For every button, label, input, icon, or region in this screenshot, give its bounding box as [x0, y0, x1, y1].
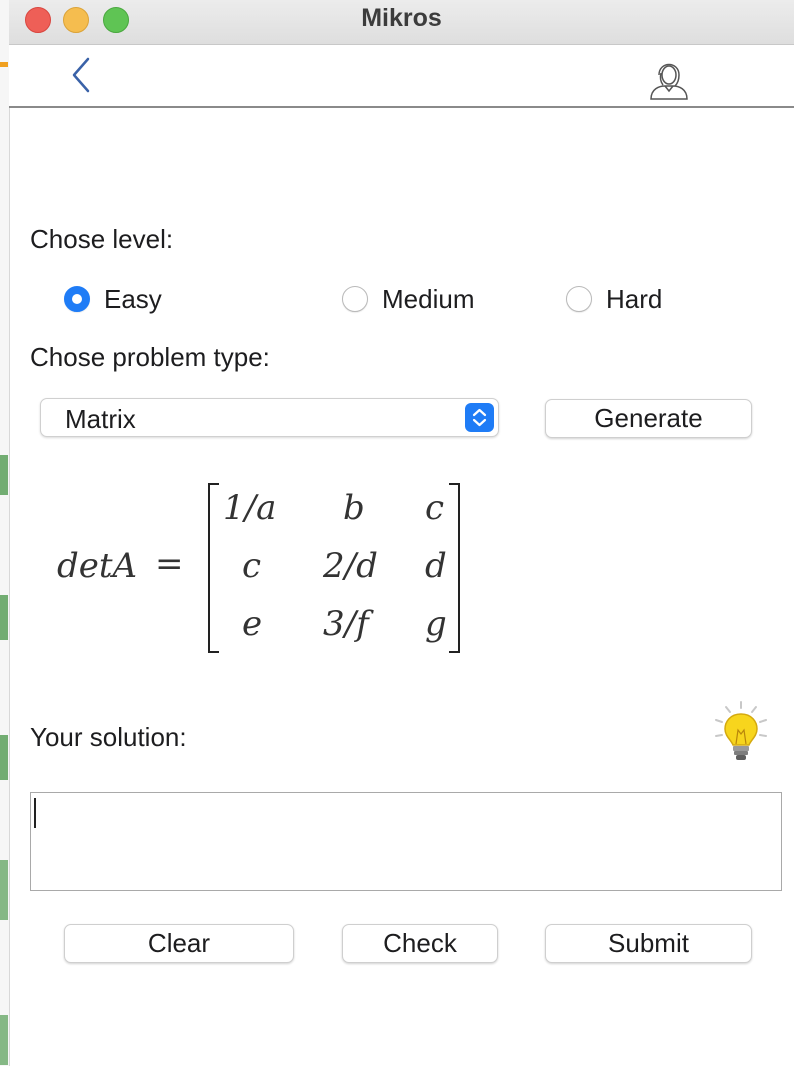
- hint-button[interactable]: [712, 700, 770, 766]
- matrix-cell: 3/f: [323, 604, 369, 644]
- formula-lhs: detA: [57, 546, 138, 586]
- solution-input[interactable]: [30, 792, 782, 891]
- matrix-cell: d: [425, 546, 447, 586]
- radio-easy[interactable]: Easy: [64, 284, 162, 314]
- matrix-cell: e: [242, 604, 263, 644]
- matrix-cell: b: [343, 488, 365, 528]
- bg-accent: [0, 860, 8, 920]
- check-button[interactable]: Check: [342, 924, 498, 963]
- background-window-edge: [0, 0, 10, 1066]
- radio-indicator[interactable]: [566, 286, 592, 312]
- bg-accent: [0, 595, 8, 640]
- radio-hard[interactable]: Hard: [566, 284, 662, 314]
- problem-formula: detA = 1/a b c c 2/d d e 3/f g: [55, 480, 475, 655]
- updown-chevron-icon: [465, 403, 494, 432]
- radio-easy-label: Easy: [104, 283, 162, 314]
- formula-equals: =: [155, 544, 184, 584]
- back-button[interactable]: [64, 55, 100, 95]
- problem-type-value: Matrix: [65, 404, 136, 434]
- title-bar: Mikros: [9, 0, 794, 45]
- matrix-cell: 1/a: [223, 488, 277, 528]
- navigation-bar: [9, 45, 794, 108]
- radio-medium-label: Medium: [382, 283, 475, 314]
- lightbulb-icon: [715, 701, 767, 760]
- text-cursor: [34, 798, 36, 828]
- profile-button[interactable]: [645, 53, 693, 101]
- radio-indicator[interactable]: [342, 286, 368, 312]
- matrix-cell: c: [425, 488, 445, 528]
- generate-button[interactable]: Generate: [545, 399, 752, 438]
- bg-accent: [0, 62, 8, 67]
- radio-indicator[interactable]: [64, 286, 90, 312]
- chevron-left-icon: [72, 57, 90, 93]
- problem-type-label: Chose problem type:: [30, 342, 270, 372]
- user-profile-icon: [650, 63, 688, 100]
- problem-type-select[interactable]: Matrix: [40, 398, 499, 437]
- matrix-cell: g: [425, 604, 447, 644]
- level-label: Chose level:: [30, 224, 174, 254]
- clear-button[interactable]: Clear: [64, 924, 294, 963]
- bg-accent: [0, 455, 8, 495]
- bg-accent: [0, 735, 8, 780]
- window-title: Mikros: [361, 4, 442, 32]
- radio-hard-label: Hard: [606, 283, 663, 314]
- matrix-cell: c: [242, 546, 262, 586]
- solution-label: Your solution:: [30, 722, 187, 752]
- submit-button[interactable]: Submit: [545, 924, 752, 963]
- radio-medium[interactable]: Medium: [342, 284, 474, 314]
- bg-accent: [0, 1015, 8, 1065]
- matrix-cell: 2/d: [323, 546, 378, 586]
